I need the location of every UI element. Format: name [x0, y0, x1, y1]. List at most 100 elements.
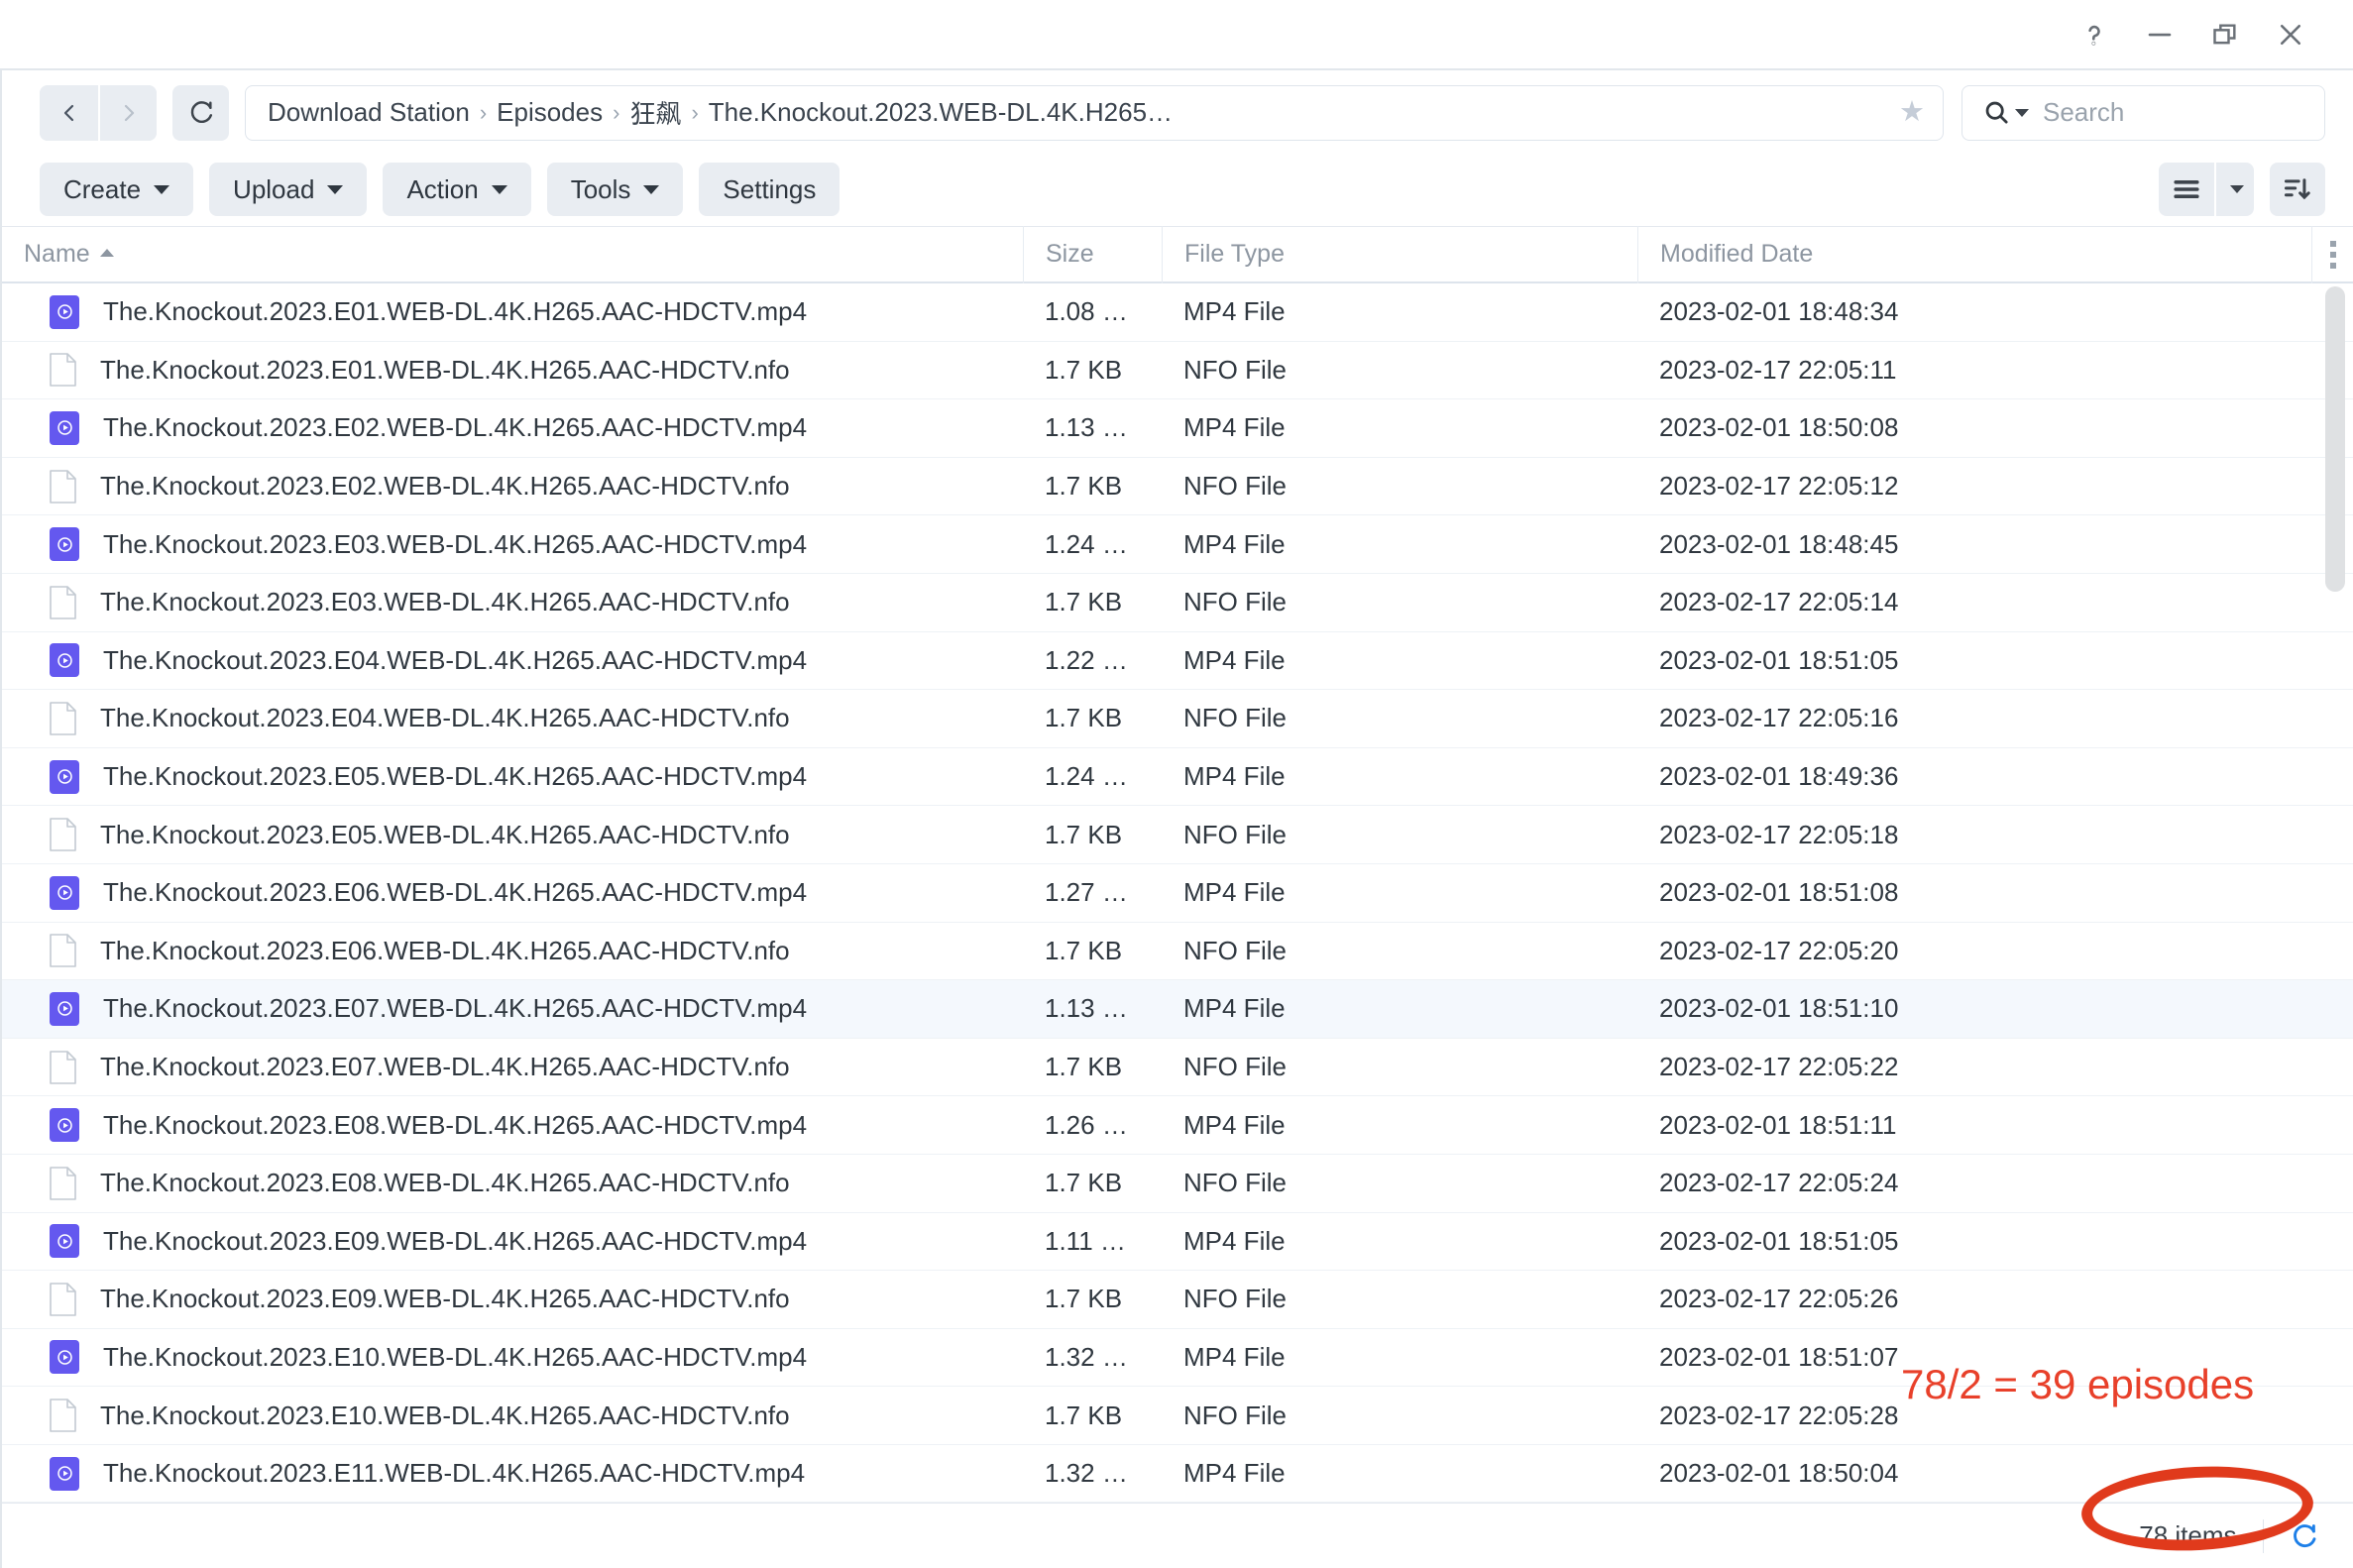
file-size-cell: 1.11 … [1045, 1225, 1126, 1256]
file-name-cell[interactable]: The.Knockout.2023.E10.WEB-DL.4K.H265.AAC… [2, 1399, 1023, 1432]
nav-history-group [40, 84, 157, 141]
tools-button[interactable]: Tools [546, 163, 684, 216]
table-row[interactable]: The.Knockout.2023.E03.WEB-DL.4K.H265.AAC… [2, 574, 2353, 632]
path-bar[interactable]: Download Station › Episodes › 狂飙 › The.K… [245, 84, 1944, 141]
file-name-cell[interactable]: The.Knockout.2023.E07.WEB-DL.4K.H265.AAC… [2, 991, 1023, 1026]
file-size-cell: 1.7 KB [1045, 703, 1123, 733]
breadcrumb-item-2[interactable]: 狂飙 [629, 94, 681, 131]
file-type-cell: NFO File [1183, 354, 1287, 385]
column-header-size[interactable]: Size [1023, 225, 1162, 283]
file-name-cell[interactable]: The.Knockout.2023.E05.WEB-DL.4K.H265.AAC… [2, 818, 1023, 851]
upload-button[interactable]: Upload [209, 163, 368, 216]
sort-descending-icon[interactable] [2270, 163, 2325, 216]
video-file-icon [50, 1108, 79, 1143]
file-name-cell[interactable]: The.Knockout.2023.E06.WEB-DL.4K.H265.AAC… [2, 934, 1023, 968]
table-row[interactable]: The.Knockout.2023.E07.WEB-DL.4K.H265.AAC… [2, 1039, 2353, 1097]
table-row[interactable]: The.Knockout.2023.E02.WEB-DL.4K.H265.AAC… [2, 399, 2353, 458]
column-label-file-type: File Type [1184, 240, 1285, 268]
file-name-cell[interactable]: The.Knockout.2023.E03.WEB-DL.4K.H265.AAC… [2, 527, 1023, 562]
table-row[interactable]: The.Knockout.2023.E03.WEB-DL.4K.H265.AAC… [2, 515, 2353, 574]
file-name-cell[interactable]: The.Knockout.2023.E08.WEB-DL.4K.H265.AAC… [2, 1108, 1023, 1143]
file-name-cell[interactable]: The.Knockout.2023.E11.WEB-DL.4K.H265.AAC… [2, 1456, 1023, 1491]
video-file-icon [50, 875, 79, 910]
table-row[interactable]: The.Knockout.2023.E01.WEB-DL.4K.H265.AAC… [2, 342, 2353, 400]
table-row[interactable]: The.Knockout.2023.E08.WEB-DL.4K.H265.AAC… [2, 1155, 2353, 1213]
table-header: Name Size File Type Modified Date [2, 225, 2353, 283]
close-icon[interactable] [2258, 9, 2323, 60]
breadcrumb-item-1[interactable]: Episodes [497, 97, 603, 128]
file-type-cell: MP4 File [1183, 644, 1286, 675]
create-button[interactable]: Create [40, 163, 194, 216]
file-name-label: The.Knockout.2023.E06.WEB-DL.4K.H265.AAC… [100, 935, 790, 965]
file-type-cell: MP4 File [1183, 1458, 1286, 1489]
column-label-size: Size [1046, 240, 1094, 268]
table-row[interactable]: The.Knockout.2023.E05.WEB-DL.4K.H265.AAC… [2, 748, 2353, 807]
breadcrumb-item-3[interactable]: The.Knockout.2023.WEB-DL.4K.H265… [709, 97, 1173, 128]
table-row[interactable]: The.Knockout.2023.E06.WEB-DL.4K.H265.AAC… [2, 923, 2353, 981]
table-row[interactable]: The.Knockout.2023.E01.WEB-DL.4K.H265.AAC… [2, 283, 2353, 342]
table-row[interactable]: The.Knockout.2023.E04.WEB-DL.4K.H265.AAC… [2, 632, 2353, 691]
table-row[interactable]: The.Knockout.2023.E02.WEB-DL.4K.H265.AAC… [2, 458, 2353, 516]
file-name-label: The.Knockout.2023.E08.WEB-DL.4K.H265.AAC… [100, 1168, 790, 1198]
file-name-cell[interactable]: The.Knockout.2023.E02.WEB-DL.4K.H265.AAC… [2, 469, 1023, 504]
file-name-cell[interactable]: The.Knockout.2023.E03.WEB-DL.4K.H265.AAC… [2, 585, 1023, 619]
breadcrumb: Download Station › Episodes › 狂飙 › The.K… [268, 94, 1885, 131]
column-header-name[interactable]: Name [2, 226, 1023, 283]
file-modified-cell: 2023-02-17 22:05:26 [1659, 1284, 1899, 1314]
file-name-label: The.Knockout.2023.E10.WEB-DL.4K.H265.AAC… [100, 1400, 790, 1430]
restore-icon[interactable] [2192, 9, 2258, 60]
search-icon [1985, 101, 2008, 124]
vertical-scrollbar[interactable] [2325, 286, 2345, 1504]
column-header-modified-date[interactable]: Modified Date [1637, 225, 2311, 283]
file-name-cell[interactable]: The.Knockout.2023.E01.WEB-DL.4K.H265.AAC… [2, 294, 1023, 329]
file-name-cell[interactable]: The.Knockout.2023.E05.WEB-DL.4K.H265.AAC… [2, 759, 1023, 794]
file-type-cell: NFO File [1183, 703, 1287, 733]
help-icon[interactable] [2062, 9, 2127, 60]
breadcrumb-item-0[interactable]: Download Station [268, 97, 470, 128]
file-list[interactable]: The.Knockout.2023.E01.WEB-DL.4K.H265.AAC… [2, 283, 2353, 1505]
view-mode-dropdown[interactable] [2214, 163, 2254, 216]
table-row[interactable]: The.Knockout.2023.E07.WEB-DL.4K.H265.AAC… [2, 980, 2353, 1039]
file-size-cell: 1.24 … [1045, 528, 1128, 559]
settings-button[interactable]: Settings [699, 163, 840, 216]
file-name-cell[interactable]: The.Knockout.2023.E04.WEB-DL.4K.H265.AAC… [2, 702, 1023, 735]
settings-label: Settings [723, 173, 817, 204]
back-button[interactable] [40, 84, 98, 141]
file-name-label: The.Knockout.2023.E07.WEB-DL.4K.H265.AAC… [103, 993, 808, 1024]
file-name-label: The.Knockout.2023.E01.WEB-DL.4K.H265.AAC… [100, 354, 790, 385]
file-name-cell[interactable]: The.Knockout.2023.E02.WEB-DL.4K.H265.AAC… [2, 410, 1023, 445]
refresh-button[interactable] [172, 84, 229, 141]
table-row[interactable]: The.Knockout.2023.E05.WEB-DL.4K.H265.AAC… [2, 806, 2353, 864]
star-icon[interactable]: ★ [1899, 98, 1925, 127]
column-header-file-type[interactable]: File Type [1162, 225, 1637, 283]
file-name-cell[interactable]: The.Knockout.2023.E08.WEB-DL.4K.H265.AAC… [2, 1166, 1023, 1200]
file-name-cell[interactable]: The.Knockout.2023.E10.WEB-DL.4K.H265.AAC… [2, 1340, 1023, 1375]
file-name-cell[interactable]: The.Knockout.2023.E09.WEB-DL.4K.H265.AAC… [2, 1224, 1023, 1259]
search-input[interactable]: Search [1961, 84, 2325, 141]
table-row[interactable]: The.Knockout.2023.E04.WEB-DL.4K.H265.AAC… [2, 690, 2353, 748]
window-title-bar [0, 0, 2353, 68]
minimize-icon[interactable] [2127, 9, 2192, 60]
file-name-label: The.Knockout.2023.E01.WEB-DL.4K.H265.AAC… [103, 296, 808, 327]
file-name-cell[interactable]: The.Knockout.2023.E06.WEB-DL.4K.H265.AAC… [2, 875, 1023, 910]
list-view-icon[interactable] [2159, 163, 2214, 216]
file-modified-cell: 2023-02-17 22:05:22 [1659, 1052, 1899, 1082]
action-button[interactable]: Action [383, 163, 531, 216]
file-name-cell[interactable]: The.Knockout.2023.E07.WEB-DL.4K.H265.AAC… [2, 1050, 1023, 1084]
table-row[interactable]: The.Knockout.2023.E09.WEB-DL.4K.H265.AAC… [2, 1213, 2353, 1272]
file-name-cell[interactable]: The.Knockout.2023.E09.WEB-DL.4K.H265.AAC… [2, 1283, 1023, 1316]
upload-label: Upload [233, 173, 315, 204]
scrollbar-thumb[interactable] [2325, 286, 2345, 592]
action-label: Action [406, 173, 479, 204]
table-row[interactable]: The.Knockout.2023.E11.WEB-DL.4K.H265.AAC… [2, 1445, 2353, 1504]
table-row[interactable]: The.Knockout.2023.E09.WEB-DL.4K.H265.AAC… [2, 1271, 2353, 1329]
chevron-down-icon[interactable] [2015, 108, 2029, 117]
forward-button[interactable] [98, 84, 157, 141]
file-name-cell[interactable]: The.Knockout.2023.E01.WEB-DL.4K.H265.AAC… [2, 353, 1023, 388]
kebab-menu-icon[interactable] [2311, 225, 2353, 283]
file-name-label: The.Knockout.2023.E10.WEB-DL.4K.H265.AAC… [103, 1341, 808, 1372]
table-row[interactable]: The.Knockout.2023.E06.WEB-DL.4K.H265.AAC… [2, 864, 2353, 923]
file-name-cell[interactable]: The.Knockout.2023.E04.WEB-DL.4K.H265.AAC… [2, 643, 1023, 678]
file-type-cell: NFO File [1183, 1052, 1287, 1082]
table-row[interactable]: The.Knockout.2023.E08.WEB-DL.4K.H265.AAC… [2, 1096, 2353, 1155]
